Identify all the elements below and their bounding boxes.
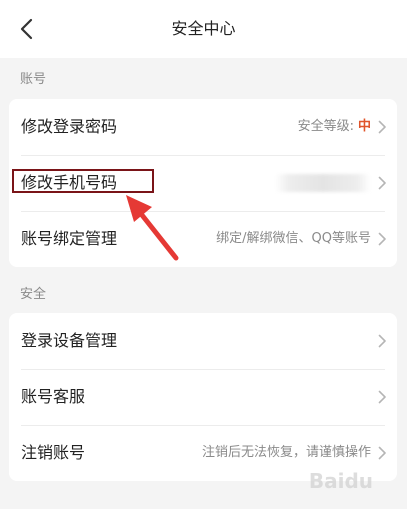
- row-customer-service[interactable]: 账号客服: [9, 369, 397, 425]
- chevron-right-icon: [378, 120, 386, 134]
- security-level: 安全等级: 中: [298, 99, 371, 155]
- row-label: 账号绑定管理: [21, 229, 118, 248]
- row-hint: 绑定/解绑微信、QQ等账号: [216, 231, 371, 246]
- top-bar: 安全中心: [0, 0, 407, 58]
- row-label: 注销账号: [21, 443, 86, 462]
- chevron-right-icon: [378, 446, 386, 460]
- row-device-management[interactable]: 登录设备管理: [9, 313, 397, 369]
- baidu-watermark: Baidu: [308, 469, 373, 493]
- red-arrow-annotation: [126, 195, 179, 261]
- section-label-security: 安全: [20, 287, 47, 302]
- blurred-phone-number: [275, 174, 371, 192]
- chevron-right-icon: [378, 176, 386, 190]
- row-label: 账号客服: [21, 387, 86, 406]
- page-title: 安全中心: [171, 19, 236, 38]
- section-label-account: 账号: [20, 72, 47, 87]
- row-label: 修改登录密码: [21, 117, 118, 136]
- row-label: 登录设备管理: [21, 331, 118, 350]
- security-level-label: 安全等级:: [297, 119, 354, 134]
- chevron-right-icon: [378, 232, 386, 246]
- security-level-value: 中: [357, 119, 371, 134]
- row-account-binding[interactable]: 账号绑定管理 绑定/解绑微信、QQ等账号: [9, 211, 397, 267]
- security-card: 登录设备管理 账号客服 注销账号 注销后无法恢复，请谨慎操作: [9, 313, 397, 481]
- row-change-password[interactable]: 修改登录密码 安全等级: 中: [9, 99, 397, 155]
- chevron-right-icon: [378, 334, 386, 348]
- chevron-right-icon: [378, 390, 386, 404]
